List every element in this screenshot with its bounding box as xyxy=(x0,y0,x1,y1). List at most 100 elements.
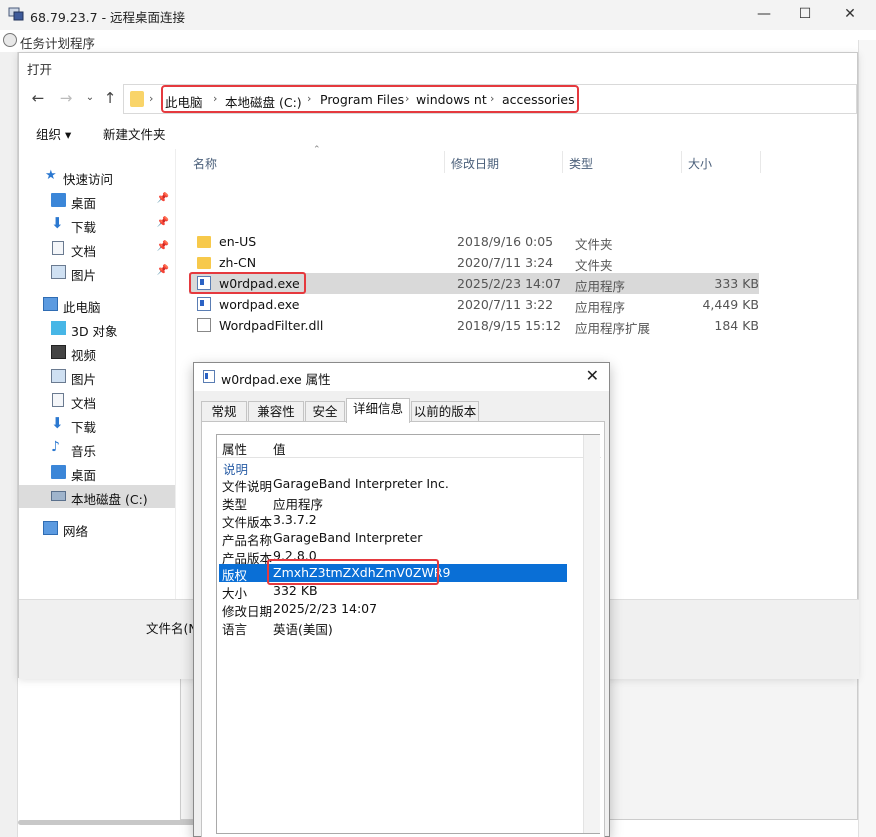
property-row[interactable]: 文件说明 GarageBand Interpreter Inc. xyxy=(219,475,567,494)
property-row-selected[interactable]: 版权 ZmxhZ3tmZXdhZmV0ZWR9 xyxy=(219,559,567,585)
file-row[interactable]: WordpadFilter.dll 2018/9/15 15:12 应用程序扩展… xyxy=(189,315,759,336)
nav-network[interactable]: 网络 xyxy=(19,517,175,540)
file-size: 4,449 KB xyxy=(702,297,759,312)
close-button[interactable]: ✕ xyxy=(839,4,861,24)
nav-downloads-pc[interactable]: ⬇ 下载 xyxy=(19,413,175,436)
file-size: 184 KB xyxy=(714,318,759,333)
nav-3d-objects[interactable]: 3D 对象 xyxy=(19,317,175,340)
property-row[interactable]: 修改日期 2025/2/23 14:07 xyxy=(219,600,567,619)
column-header-property[interactable]: 属性 xyxy=(222,439,247,458)
file-name: WordpadFilter.dll xyxy=(219,318,324,333)
close-icon[interactable]: ✕ xyxy=(586,366,599,385)
property-row[interactable]: 文件版本 3.3.7.2 xyxy=(219,511,567,530)
nav-label: 本地磁盘 (C:) xyxy=(71,492,148,507)
nav-label: 桌面 xyxy=(71,196,97,211)
network-icon xyxy=(43,521,58,535)
nav-quick-access[interactable]: ★ 快速访问 xyxy=(19,165,175,188)
file-type: 文件夹 xyxy=(575,258,613,273)
minimize-button[interactable]: — xyxy=(753,4,775,24)
nav-downloads[interactable]: ⬇ 下载 📌 xyxy=(19,213,175,236)
folder-icon xyxy=(197,236,211,248)
file-type: 应用程序 xyxy=(575,300,626,315)
background-scrollbar[interactable] xyxy=(858,40,876,837)
sort-ascending-icon: ⌃ xyxy=(313,145,321,155)
nav-documents-pc[interactable]: 文档 xyxy=(19,389,175,412)
nav-music[interactable]: ♪ 音乐 xyxy=(19,437,175,460)
file-size: 333 KB xyxy=(714,276,759,291)
column-separator[interactable] xyxy=(681,151,682,173)
organize-button[interactable]: 组织 ▾ xyxy=(36,124,71,143)
property-value: GarageBand Interpreter Inc. xyxy=(273,476,449,491)
column-header-value[interactable]: 值 xyxy=(273,439,286,458)
nav-documents[interactable]: 文档 📌 xyxy=(19,237,175,260)
task-scheduler-title-bar: 任务计划程序 xyxy=(0,30,876,52)
file-row[interactable]: wordpad.exe 2020/7/11 3:22 应用程序 4,449 KB xyxy=(189,294,759,315)
column-header-size[interactable]: 大小 xyxy=(688,155,712,172)
maximize-button[interactable]: ☐ xyxy=(794,4,816,24)
nav-label: 3D 对象 xyxy=(71,324,118,339)
back-arrow-icon[interactable]: ← xyxy=(29,89,47,107)
nav-label: 音乐 xyxy=(71,444,97,459)
pictures-icon xyxy=(51,265,66,279)
file-type: 应用程序 xyxy=(575,279,626,294)
pin-icon[interactable]: 📌 xyxy=(157,217,169,228)
nav-this-pc[interactable]: 此电脑 xyxy=(19,293,175,316)
column-header-type[interactable]: 类型 xyxy=(569,155,593,172)
column-separator[interactable] xyxy=(760,151,761,173)
nav-label: 图片 xyxy=(71,268,97,283)
file-row[interactable]: zh-CN 2020/7/11 3:24 文件夹 xyxy=(189,252,759,273)
file-date: 2020/7/11 3:24 xyxy=(457,255,554,270)
file-name: en-US xyxy=(219,234,257,249)
property-row[interactable]: 产品名称 GarageBand Interpreter xyxy=(219,529,567,548)
nav-pictures[interactable]: 图片 📌 xyxy=(19,261,175,284)
new-folder-button[interactable]: 新建文件夹 xyxy=(103,124,166,143)
file-highlight-box xyxy=(189,272,306,294)
folder-icon xyxy=(197,257,211,269)
navigation-row: ← → ⌄ ↑ › 此电脑 › 本地磁盘 (C:) › Program File… xyxy=(19,81,859,117)
computer-icon xyxy=(43,297,58,311)
nav-desktop[interactable]: 桌面 📌 xyxy=(19,189,175,212)
file-row[interactable]: en-US 2018/9/16 0:05 文件夹 xyxy=(189,231,759,252)
download-arrow-icon: ⬇ xyxy=(51,414,64,432)
property-row[interactable]: 语言 英语(美国) xyxy=(219,618,567,637)
pin-icon[interactable]: 📌 xyxy=(157,193,169,204)
column-header-name[interactable]: 名称 xyxy=(193,155,217,172)
folder-icon xyxy=(130,91,144,107)
column-header-date[interactable]: 修改日期 xyxy=(451,155,499,172)
tab-security[interactable]: 安全 xyxy=(305,401,345,422)
recent-chevron-icon[interactable]: ⌄ xyxy=(81,92,99,103)
property-list-scrollbar[interactable] xyxy=(583,435,600,833)
task-scheduler-title: 任务计划程序 xyxy=(20,36,96,51)
up-arrow-icon[interactable]: ↑ xyxy=(101,89,119,107)
nav-label: 下载 xyxy=(71,420,97,435)
nav-label: 文档 xyxy=(71,396,97,411)
address-highlight-box xyxy=(161,85,579,113)
file-date: 2018/9/15 15:12 xyxy=(457,318,562,333)
property-row[interactable]: 大小 332 KB xyxy=(219,582,567,601)
pin-icon[interactable]: 📌 xyxy=(157,265,169,276)
tab-compatibility[interactable]: 兼容性 xyxy=(248,401,304,422)
nav-label: 桌面 xyxy=(71,468,97,483)
nav-desktop-pc[interactable]: 桌面 xyxy=(19,461,175,484)
file-type: 应用程序扩展 xyxy=(575,321,651,336)
pin-icon[interactable]: 📌 xyxy=(157,241,169,252)
file-name: zh-CN xyxy=(219,255,257,270)
nav-label: 网络 xyxy=(63,524,89,539)
tab-previous-versions[interactable]: 以前的版本 xyxy=(411,401,479,422)
property-row[interactable]: 类型 应用程序 xyxy=(219,493,567,512)
background-left-pane xyxy=(0,52,18,837)
nav-local-disk[interactable]: 本地磁盘 (C:) xyxy=(19,485,175,508)
nav-videos[interactable]: 视频 xyxy=(19,341,175,364)
nav-label: 视频 xyxy=(71,348,97,363)
tab-details[interactable]: 详细信息 xyxy=(346,398,410,423)
breadcrumb-chevron-icon[interactable]: › xyxy=(149,92,153,105)
tab-general[interactable]: 常规 xyxy=(201,401,247,422)
column-separator[interactable] xyxy=(444,151,445,173)
nav-pictures-pc[interactable]: 图片 xyxy=(19,365,175,388)
column-separator[interactable] xyxy=(562,151,563,173)
property-value: 3.3.7.2 xyxy=(273,512,317,527)
forward-arrow-icon[interactable]: → xyxy=(57,89,75,107)
property-value: GarageBand Interpreter xyxy=(273,530,423,545)
header-divider xyxy=(217,457,601,458)
address-bar[interactable]: › 此电脑 › 本地磁盘 (C:) › Program Files › wind… xyxy=(123,84,857,114)
